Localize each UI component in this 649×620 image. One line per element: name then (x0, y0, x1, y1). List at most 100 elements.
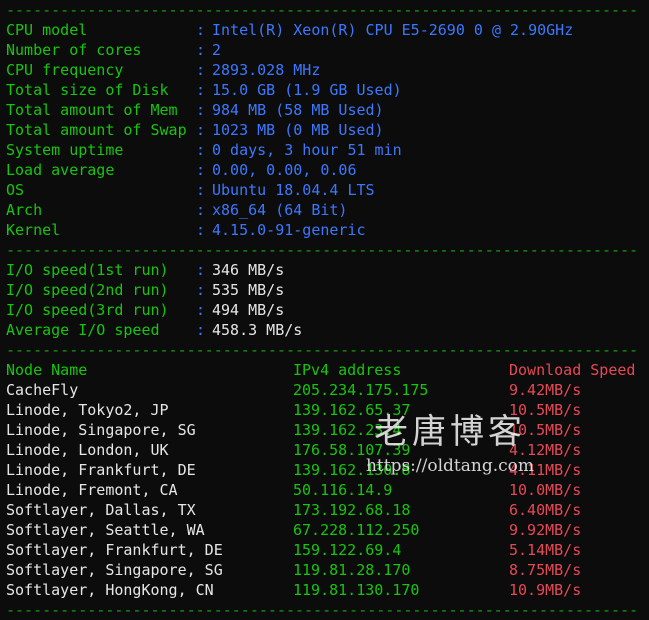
sysinfo-key: Number of cores (6, 41, 142, 59)
sysinfo-row: CPU model: Intel(R) Xeon(R) CPU E5-2690 0… (6, 20, 646, 40)
io-key: Average I/O speed (6, 321, 160, 339)
colon: : (196, 141, 206, 159)
ipv4-address: 139.162.130.8 (293, 461, 411, 479)
sysinfo-value: 0.00, 0.00, 0.06 (212, 161, 357, 179)
table-row: Softlayer, Seattle, WA 67.228.112.250 9.92… (6, 520, 646, 540)
colon: : (196, 21, 206, 39)
node-name: CacheFly (6, 381, 79, 399)
io-value: 346 MB/s (212, 261, 285, 279)
table-row: Linode, Tokyo2, JP 139.162.65.37 10.5MB/s (6, 400, 646, 420)
separator-line: ----------------------------------------… (6, 241, 639, 259)
colon: : (196, 301, 206, 319)
table-row: Softlayer, Dallas, TX 173.192.68.18 6.40MB… (6, 500, 646, 520)
sysinfo-row: Total amount of Mem:984 MB (58 MB Used) (6, 100, 646, 120)
sysinfo-value: 1023 MB (0 MB Used) (212, 121, 384, 139)
sysinfo-row: Kernel:4.15.0-91-generic (6, 220, 646, 240)
download-speed: 10.0MB/s (509, 481, 582, 499)
sysinfo-key: Kernel (6, 221, 61, 239)
separator-line: ----------------------------------------… (6, 341, 639, 359)
download-speed: 10.5MB/s (509, 401, 582, 419)
node-name: Linode, Fremont, CA (6, 481, 178, 499)
download-speed: 10.5MB/s (509, 421, 582, 439)
sysinfo-value: 0 days, 3 hour 51 min (212, 141, 402, 159)
io-row: I/O speed(1st run):346 MB/s (6, 260, 646, 280)
ipv4-address: 176.58.107.39 (293, 441, 411, 459)
system-info-section: CPU model: Intel(R) Xeon(R) CPU E5-2690 0… (6, 20, 646, 240)
io-row: Average I/O speed:458.3 MB/s (6, 320, 646, 340)
download-speed: 5.14MB/s (509, 541, 582, 559)
table-row: Softlayer, HongKong, CN 119.81.130.170 10.… (6, 580, 646, 600)
colon: : (196, 81, 206, 99)
header-download-speed: Download Speed (509, 361, 636, 379)
download-speed: 6.40MB/s (509, 501, 582, 519)
speedtest-header: Node Name IPv4 address Download Speed (6, 360, 646, 380)
io-value: 494 MB/s (212, 301, 285, 319)
ipv4-address: 139.162.65.37 (293, 401, 411, 419)
sysinfo-value: 4.15.0-91-generic (212, 221, 366, 239)
node-name: Linode, London, UK (6, 441, 169, 459)
io-value: 458.3 MB/s (212, 321, 303, 339)
io-row: I/O speed(3rd run):494 MB/s (6, 300, 646, 320)
table-row: Linode, Frankfurt, DE 139.162.130.8 4.11MB… (6, 460, 646, 480)
sysinfo-row: OS: Ubuntu 18.04.4 LTS (6, 180, 646, 200)
colon: : (196, 161, 206, 179)
sysinfo-value: 2893.028 MHz (212, 61, 321, 79)
sysinfo-key: Total amount of Mem (6, 101, 178, 119)
colon: : (196, 61, 206, 79)
colon: : (196, 181, 206, 199)
header-node-name: Node Name (6, 361, 88, 379)
ipv4-address: 119.81.130.170 (293, 581, 420, 599)
colon: : (196, 101, 206, 119)
node-name: Softlayer, Dallas, TX (6, 501, 196, 519)
io-value: 535 MB/s (212, 281, 285, 299)
node-name: Linode, Singapore, SG (6, 421, 196, 439)
ipv4-address: 173.192.68.18 (293, 501, 411, 519)
ipv4-address: 139.162.23.4 (293, 421, 402, 439)
colon: : (196, 221, 206, 239)
download-speed: 4.12MB/s (509, 441, 582, 459)
node-name: Softlayer, Singapore, SG (6, 561, 223, 579)
colon: : (196, 201, 206, 219)
sysinfo-row: Load average:0.00, 0.00, 0.06 (6, 160, 646, 180)
ipv4-address: 67.228.112.250 (293, 521, 420, 539)
sysinfo-key: Load average (6, 161, 115, 179)
sysinfo-value: Intel(R) Xeon(R) CPU E5-2690 0 @ 2.90GHz (212, 21, 574, 39)
table-row: Linode, Singapore, SG 139.162.23.4 10.5MB/… (6, 420, 646, 440)
sysinfo-key: CPU model (6, 21, 88, 39)
terminal-output: ----------------------------------------… (6, 0, 646, 620)
node-name: Linode, Frankfurt, DE (6, 461, 196, 479)
io-key: I/O speed(1st run) (6, 261, 169, 279)
colon: : (196, 41, 206, 59)
download-speed: 4.11MB/s (509, 461, 582, 479)
header-ipv4-address: IPv4 address (293, 361, 402, 379)
download-speed: 10.9MB/s (509, 581, 582, 599)
sysinfo-key: Total size of Disk (6, 81, 169, 99)
separator-line: ----------------------------------------… (6, 601, 639, 619)
colon: : (196, 261, 206, 279)
io-row: I/O speed(2nd run):535 MB/s (6, 280, 646, 300)
node-name: Softlayer, Seattle, WA (6, 521, 205, 539)
sysinfo-row: Total amount of Swap:1023 MB (0 MB Used) (6, 120, 646, 140)
colon: : (196, 281, 206, 299)
sysinfo-key: OS (6, 181, 25, 199)
ipv4-address: 205.234.175.175 (293, 381, 429, 399)
download-speed: 9.92MB/s (509, 521, 582, 539)
sysinfo-value: 2 (212, 41, 222, 59)
download-speed: 8.75MB/s (509, 561, 582, 579)
sysinfo-value: 984 MB (58 MB Used) (212, 101, 384, 119)
sysinfo-key: Total amount of Swap (6, 121, 187, 139)
ipv4-address: 50.116.14.9 (293, 481, 393, 499)
io-key: I/O speed(3rd run) (6, 301, 169, 319)
sysinfo-value: Ubuntu 18.04.4 LTS (212, 181, 375, 199)
table-row: Softlayer, Singapore, SG 119.81.28.170 8.7… (6, 560, 646, 580)
node-name: Softlayer, Frankfurt, DE (6, 541, 223, 559)
ipv4-address: 159.122.69.4 (293, 541, 402, 559)
sysinfo-row: System uptime:0 days, 3 hour 51 min (6, 140, 646, 160)
sysinfo-value: x86_64 (64 Bit) (212, 201, 348, 219)
sysinfo-row: Total size of Disk:15.0 GB (1.9 GB Used) (6, 80, 646, 100)
colon: : (196, 321, 206, 339)
ipv4-address: 119.81.28.170 (293, 561, 411, 579)
colon: : (196, 121, 206, 139)
node-name: Softlayer, HongKong, CN (6, 581, 214, 599)
sysinfo-key: System uptime (6, 141, 124, 159)
